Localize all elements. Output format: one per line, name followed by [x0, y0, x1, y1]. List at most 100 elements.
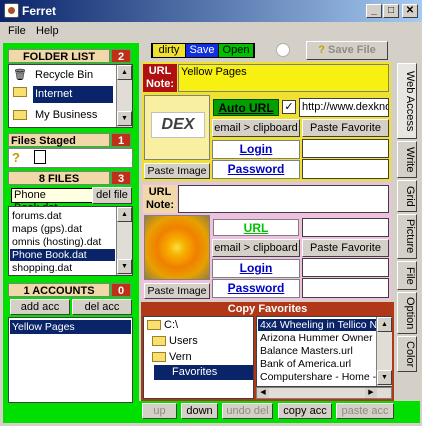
favorite-item-selected[interactable]: 4x4 Wheeling in Tellico N [258, 319, 376, 331]
menu-bar: File Help [0, 22, 422, 40]
scroll-down-arrow[interactable]: ▼ [117, 111, 132, 126]
save-file-button[interactable]: ? Save File [306, 41, 388, 60]
folder-item-my-business[interactable]: My Business [35, 109, 97, 121]
tab-picture[interactable]: Picture [397, 214, 417, 259]
question-icon: ? [318, 44, 325, 56]
accounts-list[interactable]: Yellow Pages [8, 317, 133, 403]
email-clipboard-button[interactable]: email > clipboard [212, 119, 300, 137]
window-title: Ferret [22, 4, 57, 18]
url-note-label: URL Note: [143, 64, 177, 92]
paste-image-button[interactable]: Paste Image [144, 163, 210, 179]
delete-file-button[interactable]: del file [92, 187, 132, 204]
folder-list[interactable]: 🗑 Recycle Bin Internet My Business ▲ ▼ [8, 64, 133, 128]
accounts-title: 1 ACCOUNTS [8, 283, 110, 297]
file-item[interactable]: omnis (hosting).dat [10, 236, 115, 248]
auto-url-checkbox[interactable]: ✓ [282, 100, 296, 114]
account-name-field[interactable] [178, 185, 389, 213]
tree-item-favorites[interactable]: Favorites [154, 365, 253, 380]
folder-scrollbar[interactable]: ▲ ▼ [116, 65, 132, 127]
tab-write[interactable]: Write [397, 141, 417, 178]
files-list[interactable]: forums.dat maps (gps).dat omnis (hosting… [8, 206, 133, 276]
copy-favorites-title: Copy Favorites [227, 303, 308, 315]
folder-icon [13, 87, 27, 97]
scroll-down-arrow[interactable]: ▼ [117, 259, 132, 274]
logo-image: DEX [144, 95, 210, 160]
tree-item-users[interactable]: Users [169, 335, 198, 347]
close-button[interactable]: ✕ [402, 4, 418, 18]
tab-option[interactable]: Option [397, 292, 417, 334]
scroll-down-arrow[interactable]: ▼ [377, 370, 392, 385]
scroll-up-arrow[interactable]: ▲ [117, 65, 132, 80]
login-button[interactable]: Login [212, 140, 300, 159]
tab-web-access[interactable]: Web Access [397, 63, 417, 139]
password-field[interactable] [302, 159, 389, 179]
undo-delete-button[interactable]: undo del [222, 403, 273, 419]
down-button[interactable]: down [181, 403, 218, 419]
maximize-button[interactable]: □ [383, 4, 399, 18]
login-field[interactable] [302, 139, 389, 158]
app-icon [4, 3, 19, 18]
url-field[interactable] [302, 218, 389, 237]
tab-file[interactable]: File [397, 261, 417, 290]
password-button[interactable]: Password [212, 279, 300, 298]
folder-icon [152, 352, 166, 362]
password-field[interactable] [302, 278, 389, 298]
favorite-item[interactable]: Bank of America.url [258, 358, 376, 370]
login-button[interactable]: Login [212, 259, 300, 278]
files-count-badge: 3 [111, 171, 131, 185]
scroll-right-arrow[interactable]: ▶ [365, 388, 377, 398]
menu-help[interactable]: Help [36, 25, 59, 37]
menu-file[interactable]: File [8, 25, 26, 37]
account-name-field[interactable]: Yellow Pages [178, 64, 389, 92]
account-item-selected[interactable]: Yellow Pages [10, 320, 131, 334]
url-button[interactable]: URL [213, 219, 299, 236]
folder-item-recycle-bin[interactable]: Recycle Bin [35, 69, 93, 81]
favorite-item[interactable]: Arizona Hummer Owner [258, 332, 376, 344]
unknown-file-icon[interactable] [34, 150, 46, 164]
tab-grid[interactable]: Grid [397, 180, 417, 212]
scroll-up-arrow[interactable]: ▲ [117, 207, 132, 222]
trash-icon: 🗑 [13, 69, 27, 81]
favorite-item[interactable]: Computershare - Home - [258, 371, 376, 383]
paste-favorite-button[interactable]: Paste Favorite [302, 239, 389, 257]
url-field[interactable]: http://www.dexknows. [299, 98, 389, 117]
accounts-count-badge: 0 [111, 283, 131, 297]
add-account-button[interactable]: add acc [10, 299, 70, 315]
tree-item-c[interactable]: C:\ [164, 319, 178, 331]
file-item[interactable]: shopping.dat [10, 262, 115, 274]
scroll-up-arrow[interactable]: ▲ [377, 317, 392, 332]
tab-color[interactable]: Color [397, 336, 417, 372]
folder-item-internet[interactable]: Internet [33, 86, 113, 103]
minimize-button[interactable]: _ [366, 4, 382, 18]
state-bar: dirty Save Open [151, 43, 255, 58]
file-item-selected[interactable]: Phone Book.dat [10, 249, 115, 261]
files-scrollbar[interactable]: ▲ ▼ [116, 207, 132, 275]
favorites-file-list[interactable]: 4x4 Wheeling in Tellico N Arizona Hummer… [256, 316, 392, 387]
flower-image [144, 215, 210, 280]
login-field[interactable] [302, 258, 389, 277]
paste-favorite-button[interactable]: Paste Favorite [302, 119, 389, 137]
folder-list-title: FOLDER LIST [8, 49, 110, 63]
folder-icon [13, 110, 27, 120]
favorites-folder-tree[interactable]: C:\ Users Vern Favorites [143, 316, 254, 399]
file-item[interactable]: forums.dat [10, 210, 115, 222]
email-clipboard-button[interactable]: email > clipboard [212, 239, 300, 257]
files-title: 8 FILES [8, 171, 110, 185]
delete-account-button[interactable]: del acc [72, 299, 132, 315]
save-button[interactable]: Save [186, 44, 218, 57]
file-item[interactable]: maps (gps).dat [10, 223, 115, 235]
favorites-scrollbar[interactable]: ▲ ▼ [376, 317, 392, 386]
paste-image-button[interactable]: Paste Image [144, 283, 210, 299]
tree-item-vern[interactable]: Vern [169, 351, 192, 363]
url-note-label: URL Note: [143, 185, 177, 213]
auto-url-button[interactable]: Auto URL [213, 99, 279, 116]
scroll-left-arrow[interactable]: ◀ [257, 388, 269, 398]
files-staged-area[interactable]: ? [8, 148, 133, 168]
favorites-hscrollbar[interactable]: ◀ ▶ [256, 387, 392, 399]
copy-account-button[interactable]: copy acc [278, 403, 332, 419]
paste-account-button[interactable]: paste acc [336, 403, 394, 419]
up-button[interactable]: up [142, 403, 177, 419]
open-button[interactable]: Open [219, 44, 253, 57]
password-button[interactable]: Password [212, 160, 300, 179]
favorite-item[interactable]: Balance Masters.url [258, 345, 376, 357]
